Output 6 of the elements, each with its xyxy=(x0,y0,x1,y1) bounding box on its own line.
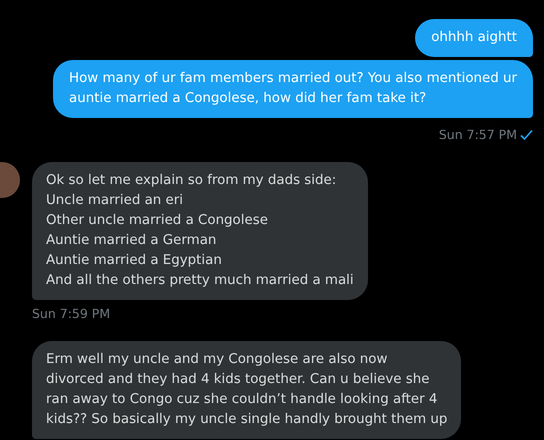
message-bubble: Erm well my uncle and my Congolese are also now divorced and they had 4 kids together. Can u believe she ran away to Congo cuz she couldn’t handle looking after 4 kids?? So basically my uncle single handly brought them up xyxy=(32,341,462,439)
timestamp: Sun 7:57 PM xyxy=(438,127,517,142)
message-bubble: Ok so let me explain so from my dads side: Uncle married an eri Other uncle married a Congolese Auntie married a German Auntie married a Egyptian And all the others pretty much married a mali xyxy=(32,162,368,300)
message-bubble: How many of ur fam members married out? You also mentioned ur auntie married a Congolese, how did her fam take it? xyxy=(53,60,533,118)
timestamp: Sun 7:59 PM xyxy=(32,306,110,321)
message-bubble: ohhhh aightt xyxy=(415,19,533,57)
